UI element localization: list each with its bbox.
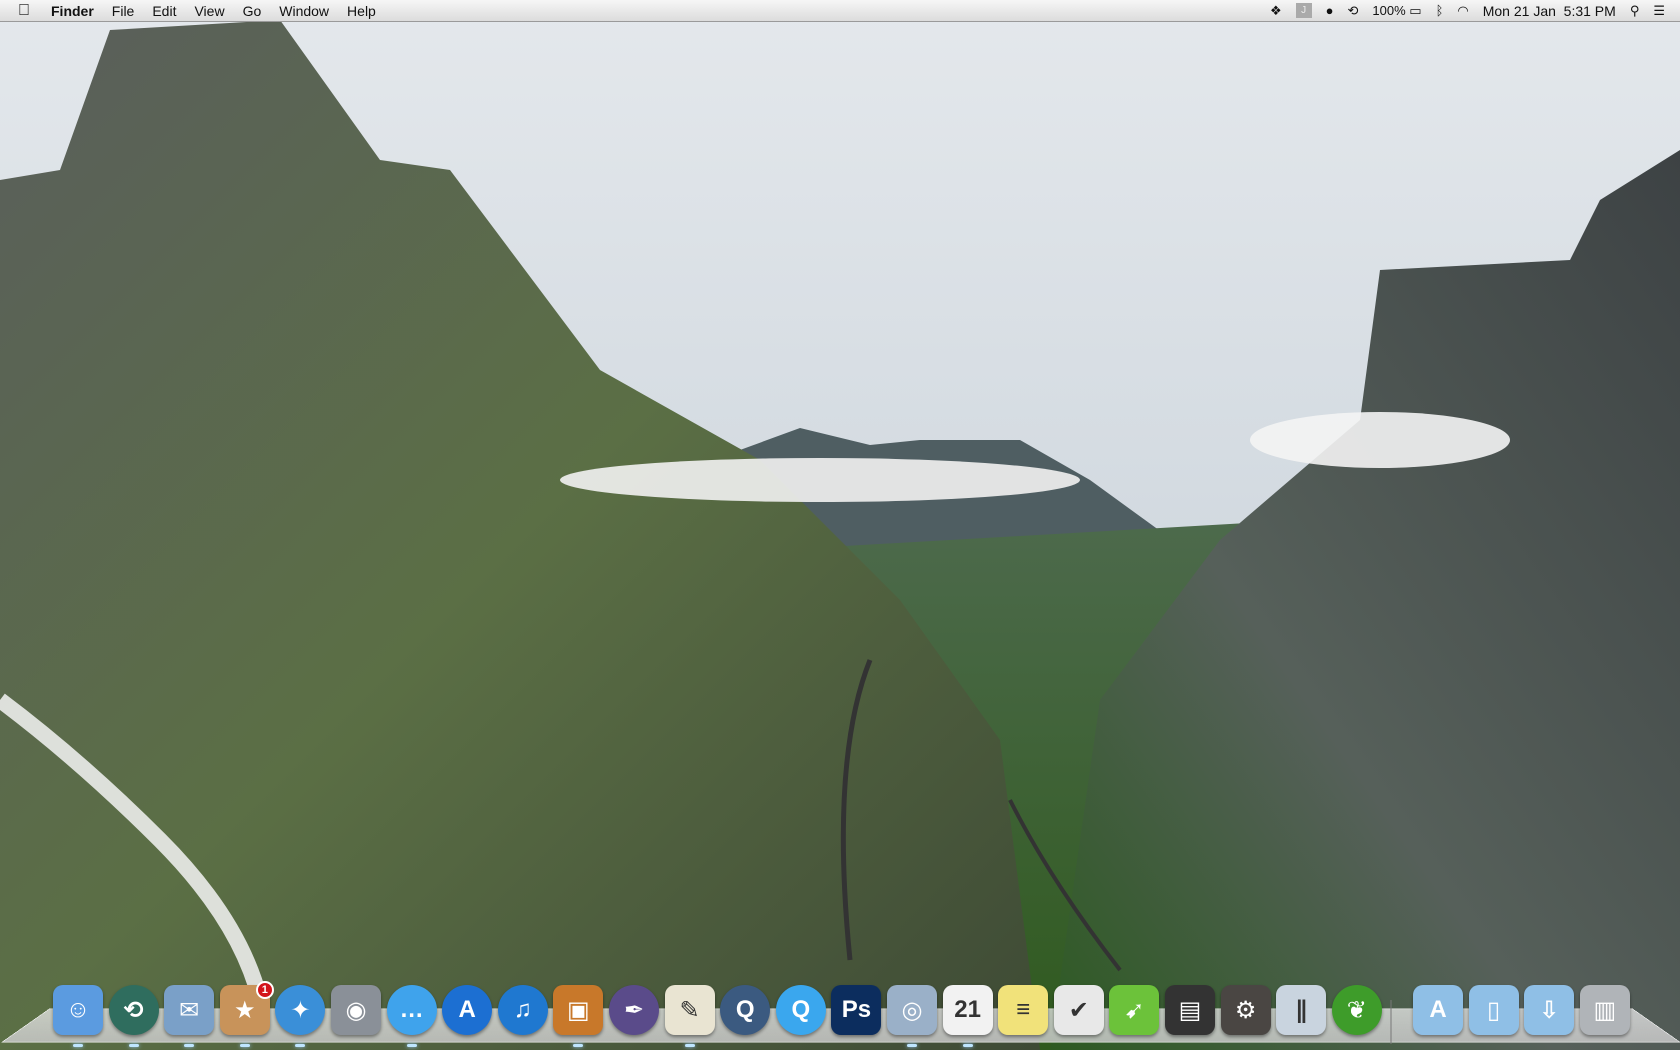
- dropbox-icon[interactable]: ❖: [1263, 3, 1289, 19]
- ray-gun-app-icon: ➹: [1124, 996, 1145, 1024]
- menu-view[interactable]: View: [185, 0, 233, 22]
- trash-icon: ▥: [1593, 996, 1617, 1024]
- dock-item-quicktime-player-7[interactable]: Q: [775, 985, 826, 1035]
- spotlight-search-icon[interactable]: ⚲: [1623, 3, 1647, 19]
- dock-item-quicktime-player[interactable]: Q: [720, 985, 771, 1035]
- battery-icon: ▭: [1409, 2, 1422, 18]
- dock-item-calendar[interactable]: 21: [942, 985, 993, 1035]
- notification-center-icon[interactable]: ☰: [1646, 3, 1672, 19]
- iphoto-icon: ▣: [567, 996, 590, 1024]
- itunes-icon: ♫: [513, 996, 532, 1023]
- dock-item-reminders[interactable]: ✔: [1053, 985, 1104, 1035]
- menu-go[interactable]: Go: [234, 0, 271, 22]
- dock-item-preview[interactable]: ◎: [887, 985, 937, 1035]
- applications-icon: A: [1429, 996, 1447, 1023]
- battery-percent: 100%: [1372, 3, 1406, 18]
- app-store-icon: A: [458, 996, 476, 1023]
- running-indicator: [962, 1044, 973, 1047]
- menu-bar:  Finder File Edit View Go Window Help ❖…: [0, 0, 1680, 22]
- desktop-wallpaper: [0, 0, 1680, 1050]
- dock-item-ray-gun-app[interactable]: ➹: [1109, 985, 1160, 1035]
- textedit-icon: ✎: [679, 996, 700, 1024]
- dock-item-messages[interactable]: …: [386, 985, 437, 1035]
- menu-app-finder[interactable]: Finder: [42, 0, 103, 22]
- dock-item-safari[interactable]: ✦: [275, 985, 326, 1035]
- dock-item-photoshop[interactable]: Ps: [831, 985, 882, 1035]
- quicktime-player-icon: Q: [735, 996, 755, 1023]
- clapper-app-icon: ▤: [1178, 996, 1202, 1024]
- battery-status[interactable]: 100% ▭: [1365, 3, 1428, 19]
- script-editor-icon: ✒: [623, 996, 645, 1024]
- apple-menu-icon[interactable]: : [0, 2, 42, 20]
- dock-item-trash[interactable]: ▥: [1579, 985, 1630, 1035]
- dock-item-textedit[interactable]: ✎: [664, 985, 715, 1035]
- running-indicator: [239, 1044, 250, 1047]
- dock-item-stickies[interactable]: ≡: [998, 985, 1049, 1035]
- photoshop-icon: Ps: [841, 996, 872, 1023]
- running-indicator: [406, 1044, 417, 1047]
- j-status-item[interactable]: J: [1289, 3, 1319, 18]
- alien-status-icon[interactable]: ●: [1319, 3, 1341, 18]
- mail-icon: ✉: [179, 996, 200, 1024]
- dock-item-iphoto[interactable]: ▣: [553, 985, 604, 1035]
- reminders-icon: ✔: [1068, 996, 1089, 1024]
- dock-item-deliveries[interactable]: ★ 1: [219, 981, 274, 1035]
- safari-icon: ✦: [290, 996, 311, 1024]
- dock-item-clapper-app[interactable]: ▤: [1165, 985, 1215, 1035]
- dock-item-downloads[interactable]: ⇩: [1524, 985, 1575, 1035]
- dock: ☺ ⟲ ✉ ★ 1 ✦ ◉ … A ♫ ▣ ✒ ✎ Q Q Ps ◎ 21 ≡ ✔ ➹ ▤ ⚙ ∥ ❦ A ▯ ⇩ ▥: [0, 980, 1680, 1050]
- menu-edit[interactable]: Edit: [143, 0, 185, 22]
- running-indicator: [73, 1044, 83, 1047]
- menu-file[interactable]: File: [103, 0, 144, 22]
- steam-icon: ⚙: [1234, 996, 1257, 1024]
- notification-badge: 1: [255, 981, 274, 999]
- dock-item-itunes[interactable]: ♫: [497, 985, 548, 1035]
- running-indicator: [184, 1044, 195, 1047]
- preview-icon: ◎: [901, 996, 923, 1024]
- running-indicator: [907, 1044, 917, 1047]
- wifi-icon[interactable]: ◠: [1450, 3, 1475, 19]
- dock-item-time-machine[interactable]: ⟲: [108, 985, 159, 1035]
- time-machine-icon: ⟲: [123, 996, 144, 1024]
- coda-icon: ❦: [1346, 996, 1367, 1024]
- menu-help[interactable]: Help: [338, 0, 385, 22]
- calendar-icon: 21: [954, 996, 981, 1023]
- dock-item-coda[interactable]: ❦: [1331, 985, 1382, 1035]
- time-machine-icon[interactable]: ⟲: [1341, 3, 1366, 19]
- dock-item-parallels-desktop[interactable]: ∥: [1276, 985, 1327, 1035]
- dock-item-finder[interactable]: ☺: [53, 985, 103, 1035]
- dock-item-facetime[interactable]: ◉: [331, 985, 381, 1035]
- dock-item-applications[interactable]: A: [1413, 985, 1463, 1035]
- running-indicator: [573, 1044, 584, 1047]
- dock-item-script-editor[interactable]: ✒: [609, 985, 659, 1035]
- dock-separator: [1390, 1000, 1392, 1044]
- parallels-desktop-icon: ∥: [1295, 996, 1308, 1024]
- dock-item-documents[interactable]: ▯: [1468, 985, 1519, 1035]
- j-status-label: J: [1295, 3, 1312, 18]
- bluetooth-icon[interactable]: ᛒ: [1429, 3, 1451, 18]
- messages-icon: …: [399, 996, 424, 1023]
- dock-item-steam[interactable]: ⚙: [1220, 985, 1271, 1035]
- stickies-icon: ≡: [1016, 996, 1031, 1023]
- deliveries-icon: ★: [234, 996, 256, 1024]
- facetime-icon: ◉: [345, 996, 367, 1024]
- dock-item-app-store[interactable]: A: [442, 985, 493, 1035]
- quicktime-player-7-icon: Q: [791, 996, 811, 1023]
- clock[interactable]: Mon 21 Jan 5:31 PM: [1476, 3, 1623, 19]
- menu-window[interactable]: Window: [270, 0, 338, 22]
- downloads-icon: ⇩: [1539, 996, 1560, 1024]
- dock-item-mail[interactable]: ✉: [164, 985, 215, 1035]
- documents-icon: ▯: [1486, 996, 1501, 1024]
- running-indicator: [684, 1044, 695, 1047]
- finder-icon: ☺: [65, 996, 91, 1023]
- running-indicator: [295, 1044, 306, 1047]
- running-indicator: [128, 1044, 139, 1047]
